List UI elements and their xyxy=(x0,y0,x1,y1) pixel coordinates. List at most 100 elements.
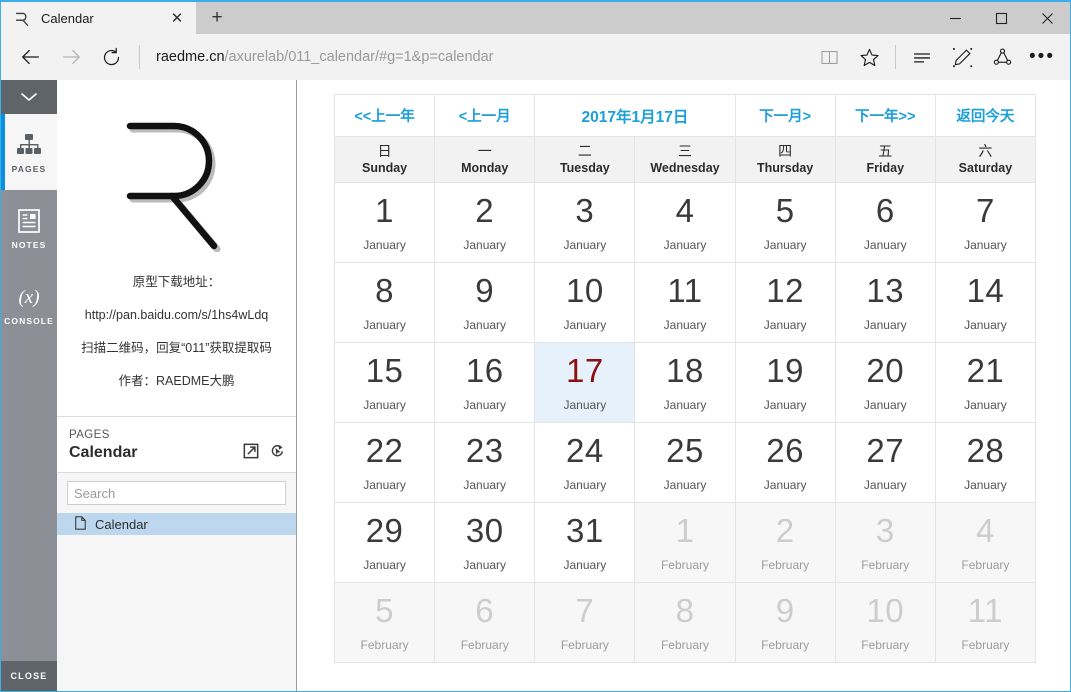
prev-year-button[interactable]: <<上一年 xyxy=(333,94,436,137)
forward-arrow-icon[interactable] xyxy=(51,37,91,77)
share-icon[interactable] xyxy=(982,37,1022,77)
pages-search-wrap xyxy=(57,472,296,513)
calendar-day-cell[interactable]: 30 January xyxy=(434,502,536,583)
calendar-day-cell[interactable]: 5 February xyxy=(333,582,436,663)
refresh-icon[interactable] xyxy=(91,37,131,77)
list-item[interactable]: Calendar xyxy=(57,513,296,535)
calendar-day-cell[interactable]: 12 January xyxy=(734,262,836,343)
calendar-day-cell[interactable]: 15 January xyxy=(333,342,436,423)
calendar-day-cell[interactable]: 4 February xyxy=(934,502,1037,583)
next-year-button[interactable]: 下一年>> xyxy=(834,94,936,137)
chevron-down-icon[interactable] xyxy=(1,80,57,114)
day-month-label: January xyxy=(463,317,507,332)
calendar-day-cell[interactable]: 3 February xyxy=(834,502,936,583)
calendar-day-cell[interactable]: 27 January xyxy=(834,422,936,503)
calendar-day-cell[interactable]: 16 January xyxy=(434,342,536,423)
calendar-day-cell[interactable]: 20 January xyxy=(834,342,936,423)
pages-list: Calendar xyxy=(57,513,296,691)
today-link[interactable]: 返回今天 xyxy=(956,109,1014,125)
url-path: /axurelab/011_calendar/#g=1&p=calendar xyxy=(224,49,494,65)
next-month-link[interactable]: 下一月> xyxy=(759,109,811,125)
calendar-day-cell[interactable]: 21 January xyxy=(934,342,1037,423)
more-icon[interactable]: ••• xyxy=(1022,37,1062,77)
calendar-day-cell[interactable]: 1 February xyxy=(634,502,736,583)
weekday-cn: 四 xyxy=(778,142,793,159)
calendar-day-cell[interactable]: 29 January xyxy=(333,502,436,583)
calendar-day-cell[interactable]: 2 February xyxy=(734,502,836,583)
favorites-star-icon[interactable] xyxy=(849,37,889,77)
calendar-day-cell[interactable]: 9 January xyxy=(434,262,536,343)
sidebar-item-pages[interactable]: PAGES xyxy=(1,114,57,190)
list-item-label: Calendar xyxy=(95,516,148,532)
calendar-day-cell[interactable]: 10 February xyxy=(834,582,936,663)
calendar-day-cell[interactable]: 7 January xyxy=(934,182,1037,263)
calendar-day-cell[interactable]: 7 February xyxy=(534,582,636,663)
calendar-day-cell[interactable]: 14 January xyxy=(934,262,1037,343)
day-number: 7 xyxy=(575,591,595,629)
calendar-day-cell[interactable]: 1 January xyxy=(333,182,436,263)
new-tab-button[interactable]: + xyxy=(196,2,238,34)
open-in-new-window-icon[interactable] xyxy=(243,443,259,464)
close-icon[interactable]: ✕ xyxy=(164,5,190,31)
close-sidebar-button[interactable]: CLOSE xyxy=(1,661,57,691)
calendar-day-cell[interactable]: 10 January xyxy=(534,262,636,343)
prototype-stage: <<上一年 <上一月 2017年1月17日 下一月> 下一年>> 返回今天 日 … xyxy=(297,80,1070,691)
interaction-pointer-icon[interactable] xyxy=(269,443,285,464)
reading-view-icon[interactable] xyxy=(809,37,849,77)
maximize-icon[interactable] xyxy=(978,2,1024,34)
window-close-icon[interactable] xyxy=(1024,2,1070,34)
next-year-link[interactable]: 下一年>> xyxy=(855,109,915,125)
calendar-day-cell[interactable]: 8 February xyxy=(634,582,736,663)
calendar-day-cell[interactable]: 5 January xyxy=(734,182,836,263)
calendar-day-cell[interactable]: 11 February xyxy=(934,582,1037,663)
calendar-day-cell[interactable]: 26 January xyxy=(734,422,836,503)
day-number: 6 xyxy=(475,591,495,629)
calendar-day-cell[interactable]: 23 January xyxy=(434,422,536,503)
web-note-icon[interactable] xyxy=(942,37,982,77)
next-month-button[interactable]: 下一月> xyxy=(734,94,836,137)
sidebar-item-console[interactable]: (x) CONSOLE xyxy=(1,266,57,342)
day-number: 13 xyxy=(866,271,905,309)
prev-month-link[interactable]: <上一月 xyxy=(459,109,511,125)
calendar-day-cell[interactable]: 6 January xyxy=(834,182,936,263)
calendar-day-cell[interactable]: 24 January xyxy=(534,422,636,503)
day-month-label: January xyxy=(863,237,907,252)
calendar-day-cell[interactable]: 8 January xyxy=(333,262,436,343)
day-number: 29 xyxy=(365,511,404,549)
day-month-label: February xyxy=(761,637,810,652)
calendar-day-cell[interactable]: 13 January xyxy=(834,262,936,343)
today-button[interactable]: 返回今天 xyxy=(934,94,1037,137)
calendar-day-cell[interactable]: 3 January xyxy=(534,182,636,263)
calendar-day-cell[interactable]: 4 January xyxy=(634,182,736,263)
back-arrow-icon[interactable] xyxy=(11,37,51,77)
calendar-day-cell[interactable]: 31 January xyxy=(534,502,636,583)
calendar-day-cell[interactable]: 25 January xyxy=(634,422,736,503)
console-fx-icon: (x) xyxy=(12,282,46,312)
prev-year-link[interactable]: <<上一年 xyxy=(354,109,414,125)
prev-month-button[interactable]: <上一月 xyxy=(434,94,536,137)
calendar-day-cell[interactable]: 11 January xyxy=(634,262,736,343)
day-number: 9 xyxy=(775,591,795,629)
sidebar-item-label: NOTES xyxy=(11,240,47,250)
minimize-icon[interactable] xyxy=(932,2,978,34)
day-month-label: January xyxy=(663,397,707,412)
day-number: 14 xyxy=(966,271,1005,309)
day-month-label: January xyxy=(763,397,807,412)
search-input[interactable] xyxy=(67,481,286,505)
calendar-day-cell[interactable]: 19 January xyxy=(734,342,836,423)
day-number: 22 xyxy=(365,431,404,469)
calendar-day-cell[interactable]: 6 February xyxy=(434,582,536,663)
calendar-week-row: 8 January 9 January 10 January 11 January 12 Janu… xyxy=(333,262,1037,343)
calendar-day-cell[interactable]: 9 February xyxy=(734,582,836,663)
calendar-day-cell[interactable]: 22 January xyxy=(333,422,436,503)
calendar-day-cell[interactable]: 17 January xyxy=(534,342,636,423)
calendar-day-cell[interactable]: 18 January xyxy=(634,342,736,423)
hub-icon[interactable] xyxy=(902,37,942,77)
address-input[interactable]: raedme.cn/axurelab/011_calendar/#g=1&p=c… xyxy=(150,37,809,77)
page-content: PAGES NOTES (x) CONSOLE CLOSE 原型下载地址： ht… xyxy=(1,80,1070,691)
browser-tab-calendar[interactable]: Calendar ✕ xyxy=(1,2,196,34)
calendar-day-cell[interactable]: 28 January xyxy=(934,422,1037,503)
sidebar-item-notes[interactable]: NOTES xyxy=(1,190,57,266)
calendar-day-cell[interactable]: 2 January xyxy=(434,182,536,263)
day-month-label: January xyxy=(463,397,507,412)
